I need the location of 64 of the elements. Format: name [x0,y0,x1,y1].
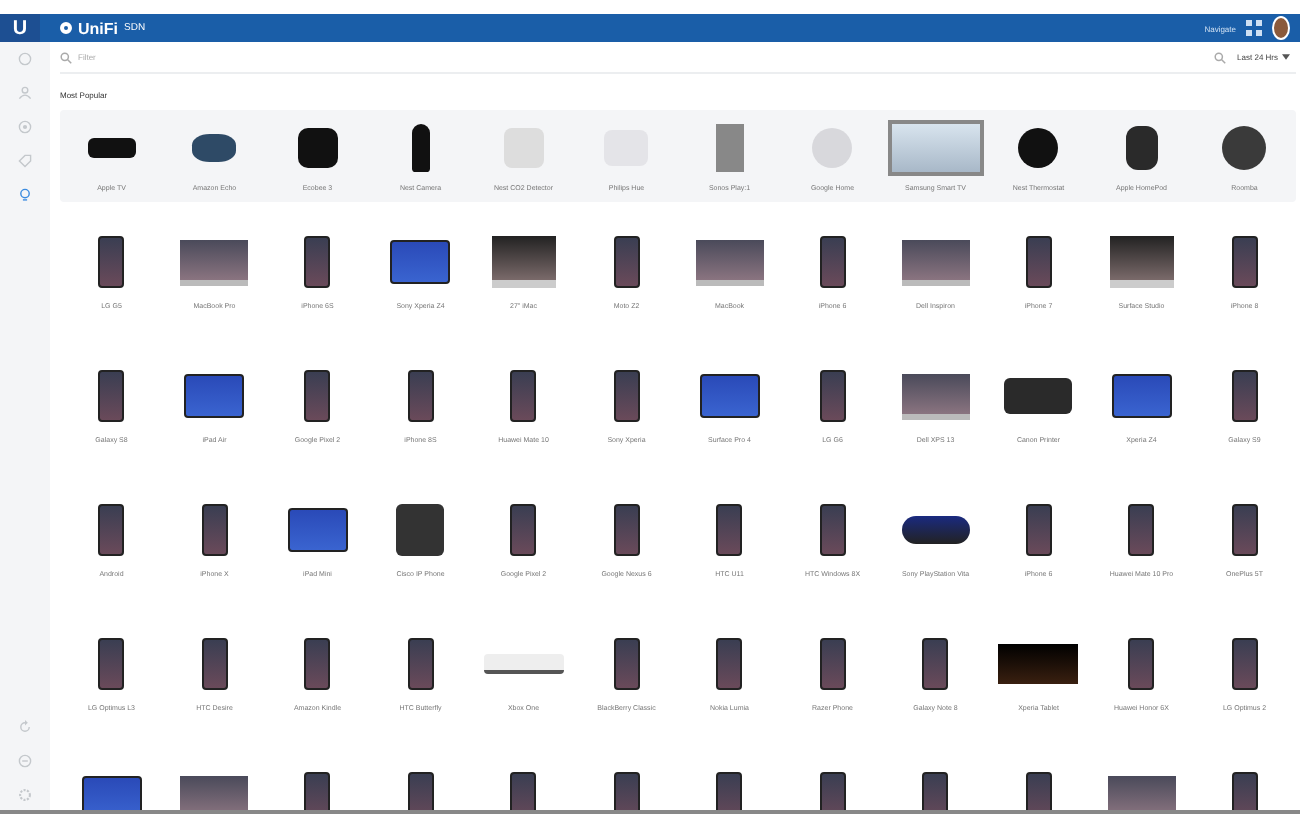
phone-icon[interactable] [201,504,228,556]
avatar[interactable] [1272,16,1290,40]
phone-icon[interactable] [1231,236,1258,288]
phone-icon[interactable] [1231,772,1258,810]
phone-icon[interactable] [407,772,434,810]
phone-icon[interactable] [1025,772,1052,810]
phone-icon[interactable] [510,772,537,810]
phone-icon[interactable] [1128,504,1155,556]
phone-icon[interactable] [510,504,537,556]
phone-icon[interactable] [922,772,949,810]
ubiquiti-logo-icon[interactable]: U [0,14,40,42]
lightbulb-icon[interactable] [18,188,32,202]
phone-icon[interactable] [98,638,125,690]
phone-icon[interactable] [304,370,331,422]
apps-grid-icon[interactable] [1246,20,1262,36]
phone-icon[interactable] [201,638,228,690]
phone-icon[interactable] [716,504,743,556]
phone-icon[interactable] [613,504,640,556]
laptop-icon[interactable] [695,239,764,285]
tablet-icon[interactable] [699,374,760,418]
phone-icon[interactable] [613,370,640,422]
camera-icon[interactable] [411,124,430,172]
phone-icon[interactable] [922,638,949,690]
search-icon [60,51,72,63]
phone-icon[interactable] [98,504,125,556]
phone-icon[interactable] [613,772,640,810]
logo-icon [60,22,72,34]
laptop-icon[interactable] [180,239,249,285]
laptop-icon[interactable] [1107,775,1176,810]
phone-icon[interactable] [1025,504,1052,556]
phone-icon[interactable] [98,236,125,288]
laptop-icon[interactable] [901,239,970,285]
monitor-icon[interactable] [491,236,556,288]
phone-icon[interactable] [407,638,434,690]
caret-icon [1282,54,1290,60]
phone-icon[interactable] [819,772,846,810]
phone-icon[interactable] [304,638,331,690]
phone-icon[interactable] [1128,638,1155,690]
phone-icon[interactable] [716,772,743,810]
phone-icon[interactable] [819,370,846,422]
phone-icon[interactable] [510,370,537,422]
monitor-icon[interactable] [1109,236,1174,288]
phone-icon[interactable] [1231,504,1258,556]
phone-icon[interactable] [1231,638,1258,690]
phone-icon[interactable] [407,370,434,422]
tablet-icon[interactable] [287,508,348,552]
phone-icon[interactable] [98,370,125,422]
tv-icon[interactable] [887,120,984,176]
phone-icon[interactable] [613,638,640,690]
laptop-icon[interactable] [180,775,249,810]
phone-icon[interactable] [819,236,846,288]
phone-icon[interactable] [819,638,846,690]
tablet-icon[interactable] [1111,374,1172,418]
phone-icon[interactable] [613,236,640,288]
phone-icon[interactable] [1025,236,1052,288]
phone-icon[interactable] [819,504,846,556]
phone-icon[interactable] [304,772,331,810]
laptop-icon[interactable] [901,373,970,419]
tablet-icon[interactable] [184,374,245,418]
phone-icon[interactable] [304,236,331,288]
tablet-icon[interactable] [390,240,451,284]
brand-name: UniFi [78,19,118,37]
phone-icon[interactable] [1231,370,1258,422]
phone-icon[interactable] [716,638,743,690]
